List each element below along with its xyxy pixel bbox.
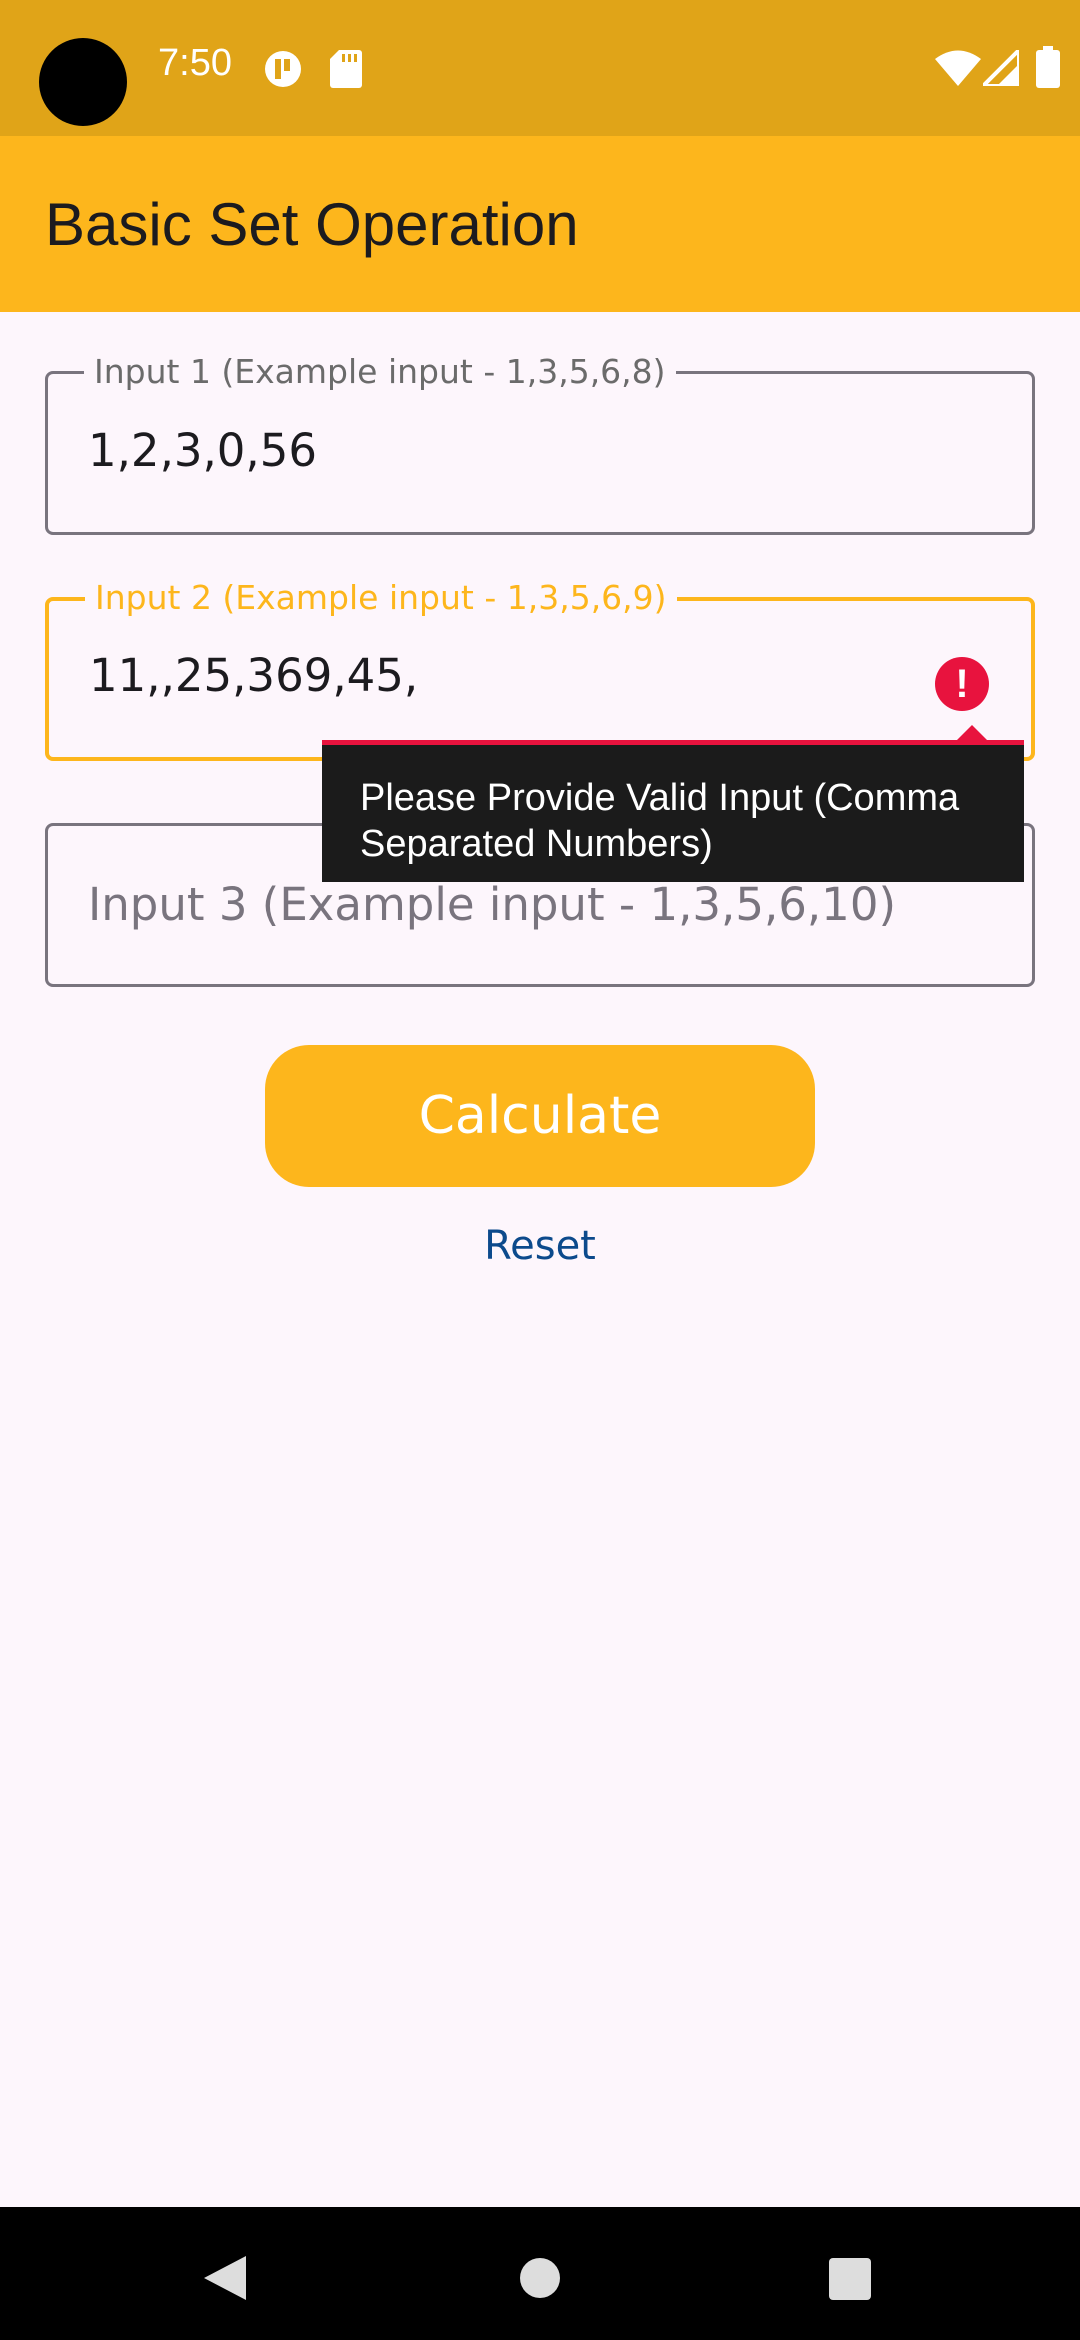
page-title: Basic Set Operation [45, 191, 579, 258]
input2-value: 11,,25,369,45, [89, 649, 419, 702]
battery-icon [1036, 46, 1060, 88]
error-tooltip: Please Provide Valid Input (Comma Separa… [322, 740, 1024, 882]
input1-value: 1,2,3,0,56 [88, 424, 317, 477]
camera-cutout [39, 38, 127, 126]
sd-card-icon [330, 50, 362, 88]
wifi-icon [935, 50, 981, 86]
home-icon[interactable] [520, 2258, 560, 2298]
signal-icon [983, 50, 1019, 86]
input1-label: Input 1 (Example input - 1,3,5,6,8) [84, 352, 676, 392]
calculate-button[interactable]: Calculate [265, 1045, 815, 1187]
input2-label: Input 2 (Example input - 1,3,5,6,9) [85, 578, 677, 618]
back-icon[interactable] [204, 2256, 246, 2300]
navigation-bar [0, 2207, 1080, 2340]
input1-field[interactable]: Input 1 (Example input - 1,3,5,6,8) 1,2,… [45, 352, 1035, 535]
input2-field[interactable]: Input 2 (Example input - 1,3,5,6,9) 11,,… [45, 578, 1035, 761]
error-icon[interactable]: ! [935, 657, 989, 711]
input3-placeholder: Input 3 (Example input - 1,3,5,6,10) [88, 878, 897, 931]
status-time: 7:50 [158, 42, 232, 84]
status-bar: 7:50 [0, 0, 1080, 136]
reset-button[interactable]: Reset [0, 1223, 1080, 1269]
error-message: Please Provide Valid Input (Comma Separa… [360, 777, 960, 865]
notification-app-icon [265, 51, 301, 87]
recents-icon[interactable] [829, 2258, 871, 2300]
